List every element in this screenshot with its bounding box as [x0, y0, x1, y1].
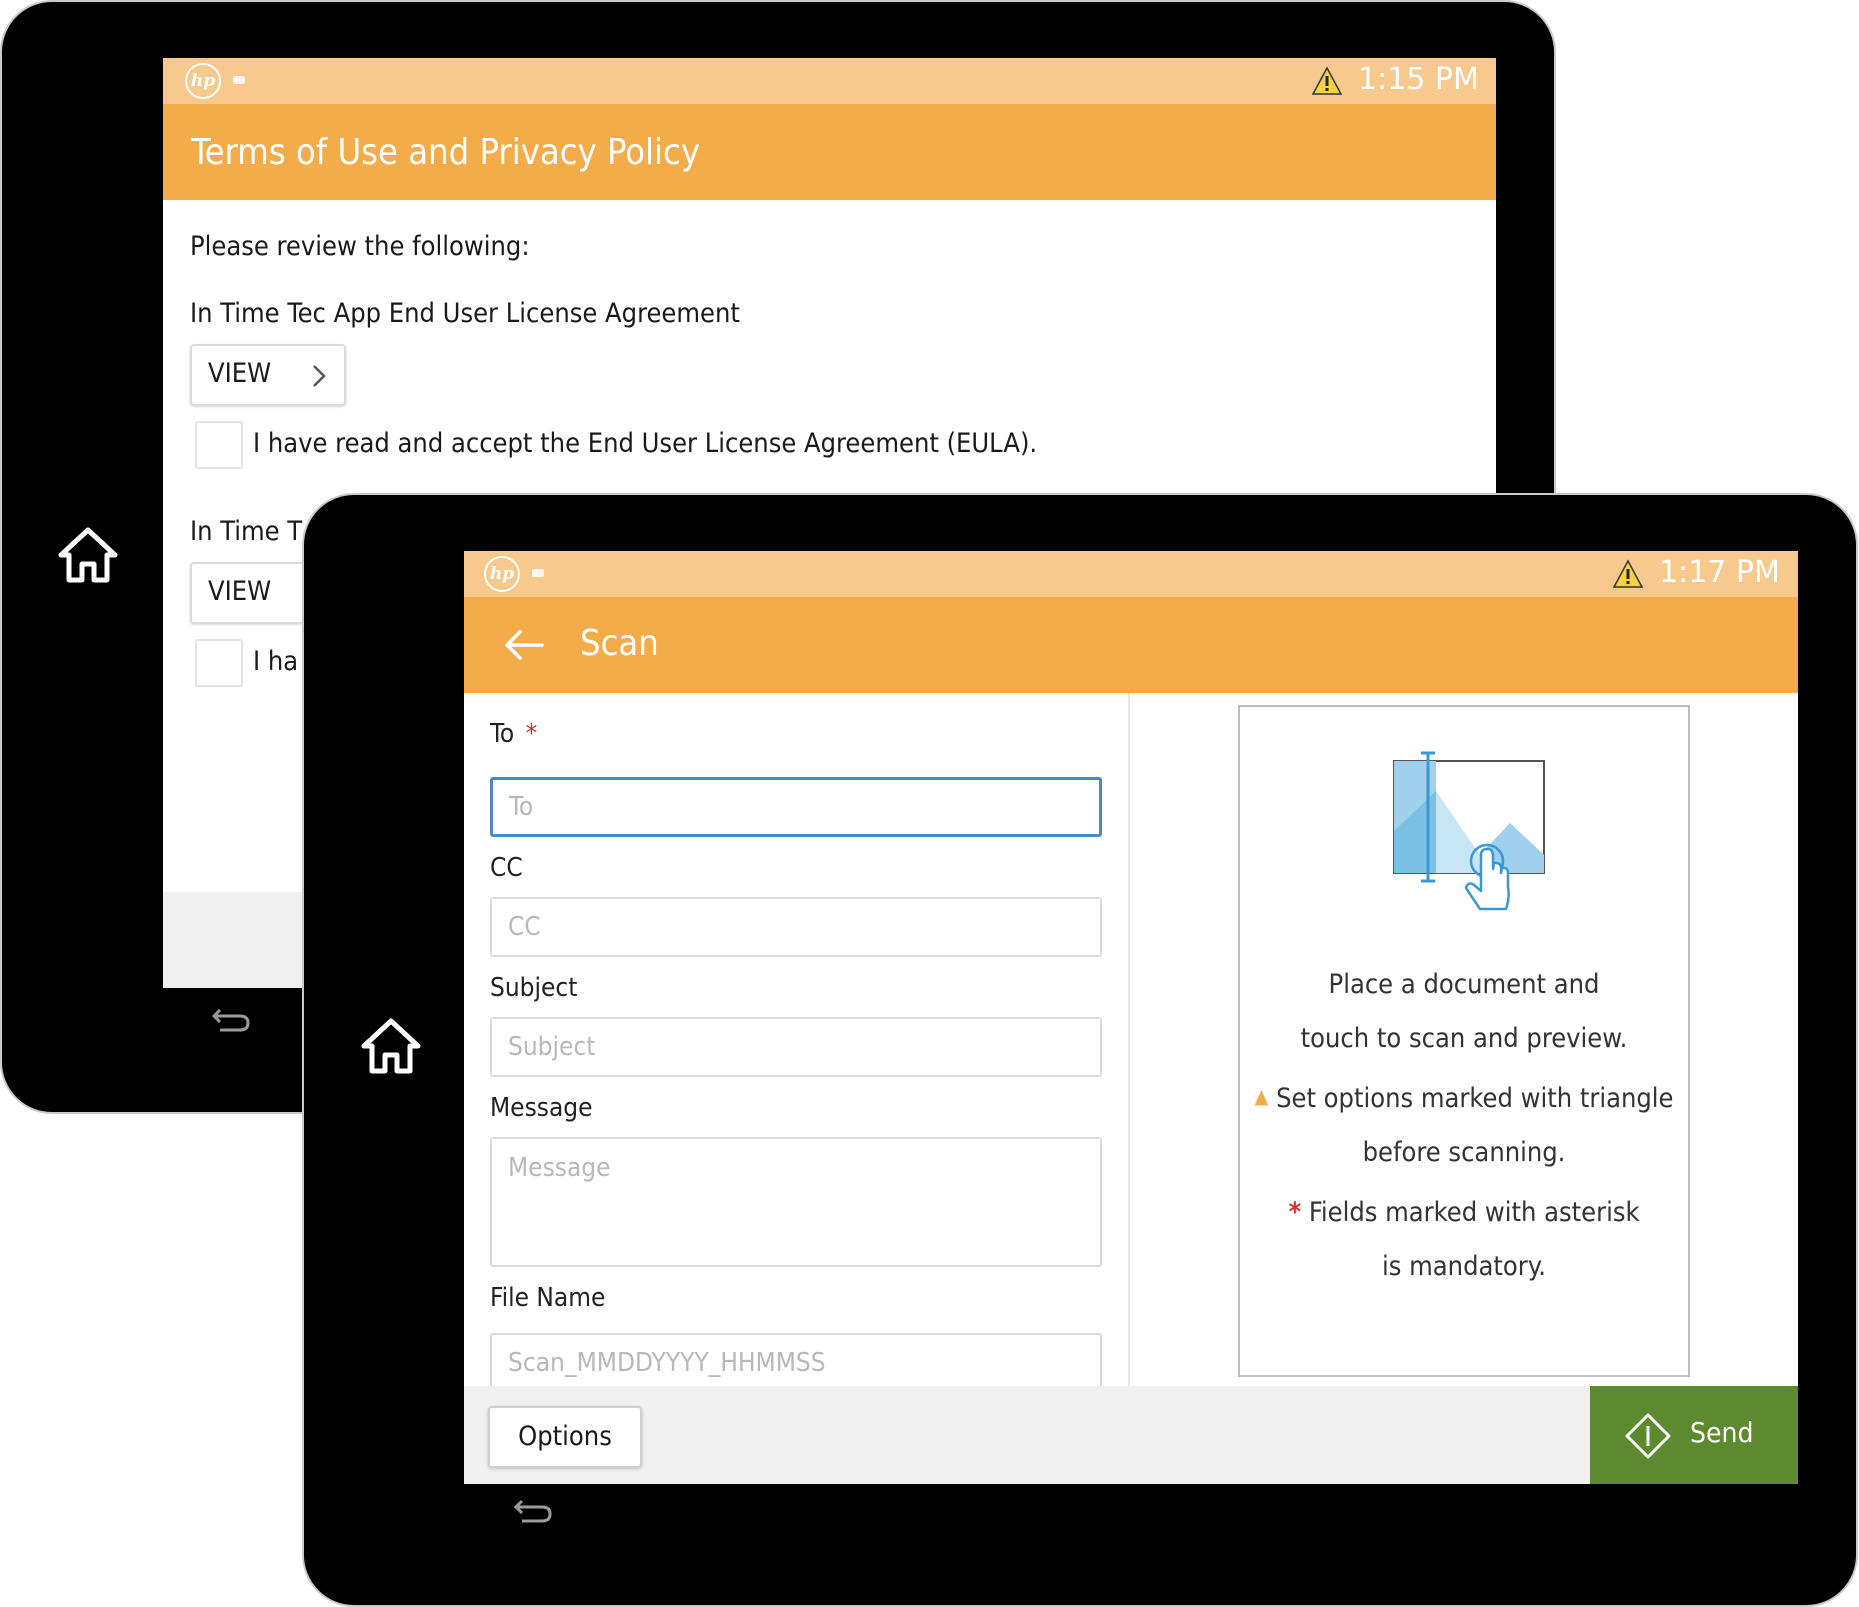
filename-field[interactable]: [490, 1333, 1102, 1393]
message-label: Message: [490, 1093, 593, 1123]
cc-field[interactable]: [490, 897, 1102, 957]
options-label: Options: [518, 1421, 612, 1452]
accept-privacy-checkbox[interactable]: [195, 639, 243, 687]
triangle-note: ▲ Set options marked with triangle: [1254, 1083, 1674, 1114]
accept-eula-label: I have read and accept the End User Lice…: [253, 428, 1038, 459]
to-input[interactable]: [493, 780, 1099, 834]
info-line: is mandatory.: [1382, 1251, 1546, 1282]
return-icon[interactable]: [210, 1004, 252, 1034]
to-label: To *: [490, 719, 538, 749]
hp-logo-icon: hp: [484, 556, 520, 592]
status-mini-icon: [532, 569, 544, 577]
section-heading: In Time T: [190, 516, 303, 547]
view-label: VIEW: [208, 358, 272, 389]
column-divider: [1128, 693, 1130, 1386]
home-icon[interactable]: [360, 1017, 422, 1075]
page-title: Scan: [580, 623, 659, 664]
scan-device: hp 1:17 PM Scan To * CC: [302, 493, 1858, 1607]
review-intro: Please review the following:: [190, 231, 530, 262]
asterisk-icon: *: [1288, 1197, 1302, 1228]
info-line: before scanning.: [1362, 1137, 1566, 1168]
status-mini-icon: [233, 76, 245, 84]
subject-input[interactable]: [492, 1019, 1100, 1075]
required-mark: *: [525, 719, 538, 749]
scan-screen: hp 1:17 PM Scan To * CC: [464, 551, 1798, 1484]
bottom-bar: Options Send: [464, 1386, 1798, 1484]
filename-label: File Name: [490, 1283, 606, 1313]
send-label: Send: [1690, 1416, 1754, 1449]
section-heading: In Time Tec App End User License Agreeme…: [190, 298, 740, 329]
options-button[interactable]: Options: [488, 1406, 642, 1468]
status-bar: hp 1:17 PM: [464, 551, 1798, 597]
status-bar: hp 1:15 PM: [163, 58, 1496, 104]
cc-input[interactable]: [492, 899, 1100, 955]
subject-label: Subject: [490, 973, 578, 1003]
scan-preview-panel[interactable]: Place a document and touch to scan and p…: [1238, 705, 1690, 1377]
title-bar: Terms of Use and Privacy Policy: [163, 104, 1496, 200]
info-line: touch to scan and preview.: [1300, 1023, 1628, 1054]
send-button[interactable]: Send: [1590, 1386, 1798, 1484]
to-field[interactable]: [490, 777, 1102, 837]
filename-input[interactable]: [492, 1335, 1100, 1391]
message-field[interactable]: [490, 1137, 1102, 1267]
asterisk-note: * Fields marked with asterisk: [1288, 1197, 1640, 1228]
chevron-right-icon: [313, 365, 326, 387]
page-title: Terms of Use and Privacy Policy: [191, 132, 700, 173]
warning-icon: [1311, 66, 1343, 95]
return-icon[interactable]: [512, 1495, 554, 1525]
scan-preview-icon: [1393, 751, 1545, 911]
accept-eula-checkbox[interactable]: [195, 421, 243, 469]
send-icon: [1625, 1413, 1671, 1459]
status-time: 1:17 PM: [1659, 555, 1780, 590]
view-label: VIEW: [208, 576, 272, 607]
subject-field[interactable]: [490, 1017, 1102, 1077]
title-bar: Scan: [464, 597, 1798, 693]
form-panel: To * CC Subject Message File Name: [464, 693, 1128, 1393]
message-input[interactable]: [492, 1139, 1100, 1265]
back-arrow-icon[interactable]: [502, 627, 546, 663]
triangle-icon: ▲: [1254, 1084, 1269, 1108]
home-icon[interactable]: [57, 526, 119, 584]
info-line: Place a document and: [1328, 969, 1600, 1000]
accept-privacy-label: I ha: [253, 646, 299, 677]
warning-icon: [1612, 559, 1644, 588]
view-eula-button[interactable]: VIEW: [190, 344, 346, 406]
hp-logo-icon: hp: [185, 63, 221, 99]
cc-label: CC: [490, 853, 523, 883]
status-time: 1:15 PM: [1358, 62, 1479, 97]
